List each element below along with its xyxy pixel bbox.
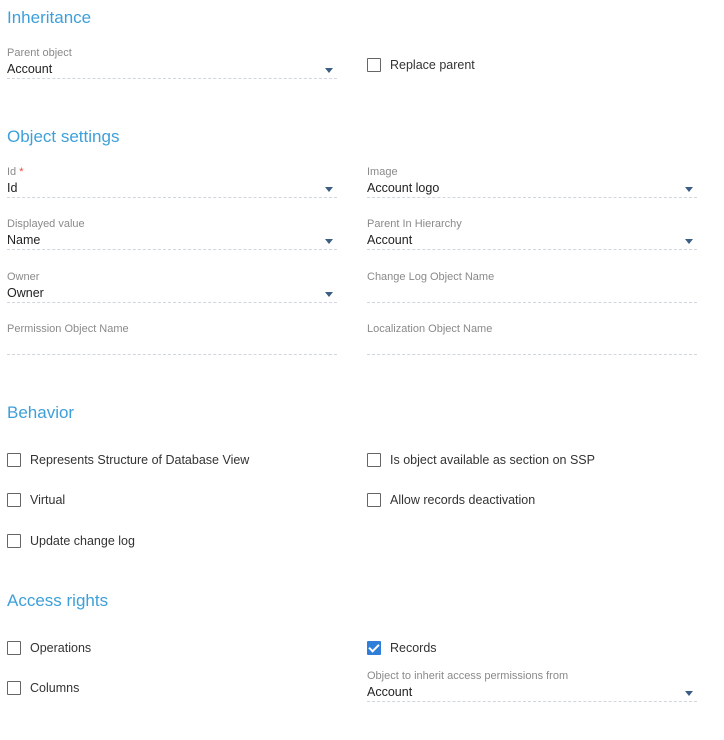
inherit-permissions-value: Account [367, 685, 413, 699]
columns-label: Columns [30, 681, 80, 695]
id-label: Id * [7, 166, 337, 179]
checkbox-icon[interactable] [7, 453, 21, 467]
owner-field[interactable]: Owner Owner [7, 271, 337, 303]
permission-object-name-field[interactable]: Permission Object Name [7, 323, 337, 355]
allow-deactivation-label: Allow records deactivation [390, 493, 536, 507]
update-change-log-label: Update change log [30, 534, 135, 548]
chevron-down-icon[interactable] [685, 187, 693, 192]
checkbox-icon[interactable] [7, 681, 21, 695]
checkbox-icon[interactable] [7, 641, 21, 655]
localization-object-name-label: Localization Object Name [367, 323, 493, 335]
id-field[interactable]: Id * Id [7, 166, 337, 198]
replace-parent-checkbox[interactable]: Replace parent [367, 58, 475, 72]
chevron-down-icon[interactable] [325, 187, 333, 192]
available-on-ssp-label: Is object available as section on SSP [390, 453, 595, 467]
inherit-permissions-select[interactable]: Account [367, 683, 697, 702]
displayed-value-select[interactable]: Name [7, 231, 337, 250]
parent-in-hierarchy-label: Parent In Hierarchy [367, 218, 462, 230]
image-value: Account logo [367, 181, 440, 195]
operations-label: Operations [30, 641, 92, 655]
owner-value: Owner [7, 286, 44, 300]
update-change-log-checkbox[interactable]: Update change log [7, 534, 135, 548]
checkbox-icon[interactable] [7, 493, 21, 507]
localization-object-name-field[interactable]: Localization Object Name [367, 323, 697, 355]
permission-object-name-input[interactable] [7, 336, 337, 355]
owner-label: Owner [7, 271, 40, 283]
id-value: Id [7, 181, 18, 195]
section-title-access-rights: Access rights [7, 591, 109, 610]
checkbox-icon[interactable] [7, 534, 21, 548]
change-log-object-name-field[interactable]: Change Log Object Name [367, 271, 697, 303]
represents-structure-checkbox[interactable]: Represents Structure of Database View [7, 453, 249, 467]
parent-object-select[interactable]: Account [7, 60, 337, 79]
allow-deactivation-checkbox[interactable]: Allow records deactivation [367, 493, 535, 507]
permission-object-name-label: Permission Object Name [7, 323, 129, 335]
section-title-inheritance: Inheritance [7, 8, 92, 27]
checkbox-icon[interactable] [367, 453, 381, 467]
section-title-behavior: Behavior [7, 403, 75, 422]
virtual-checkbox[interactable]: Virtual [7, 493, 65, 507]
localization-object-name-input[interactable] [367, 336, 697, 355]
required-mark: * [19, 166, 24, 178]
checkbox-checked-icon[interactable] [367, 641, 381, 655]
parent-object-value: Account [7, 62, 53, 76]
virtual-label: Virtual [30, 493, 66, 507]
columns-checkbox[interactable]: Columns [7, 681, 79, 695]
replace-parent-label: Replace parent [390, 58, 475, 72]
image-field[interactable]: Image Account logo [367, 166, 697, 198]
parent-in-hierarchy-field[interactable]: Parent In Hierarchy Account [367, 218, 697, 250]
operations-checkbox[interactable]: Operations [7, 641, 91, 655]
records-checkbox[interactable]: Records [367, 641, 437, 655]
image-label: Image [367, 166, 398, 178]
checkbox-icon[interactable] [367, 493, 381, 507]
image-select[interactable]: Account logo [367, 179, 697, 198]
checkbox-icon[interactable] [367, 58, 381, 72]
parent-object-label: Parent object [7, 47, 72, 59]
chevron-down-icon[interactable] [685, 691, 693, 696]
parent-in-hierarchy-select[interactable]: Account [367, 231, 697, 250]
inherit-permissions-field[interactable]: Object to inherit access permissions fro… [367, 670, 697, 702]
displayed-value-label: Displayed value [7, 218, 85, 230]
id-select[interactable]: Id [7, 179, 337, 198]
parent-in-hierarchy-value: Account [367, 233, 413, 247]
chevron-down-icon[interactable] [325, 239, 333, 244]
owner-select[interactable]: Owner [7, 284, 337, 303]
chevron-down-icon[interactable] [325, 292, 333, 297]
records-label: Records [390, 641, 437, 655]
available-on-ssp-checkbox[interactable]: Is object available as section on SSP [367, 453, 595, 467]
inherit-permissions-label: Object to inherit access permissions fro… [367, 670, 569, 682]
change-log-object-name-label: Change Log Object Name [367, 271, 495, 283]
parent-object-field[interactable]: Parent object Account [7, 47, 337, 79]
change-log-object-name-input[interactable] [367, 284, 697, 303]
chevron-down-icon[interactable] [325, 68, 333, 73]
represents-structure-label: Represents Structure of Database View [30, 453, 250, 467]
id-label-text: Id [7, 166, 17, 178]
displayed-value-value: Name [7, 233, 41, 247]
section-title-object-settings: Object settings [7, 127, 120, 146]
chevron-down-icon[interactable] [685, 239, 693, 244]
displayed-value-field[interactable]: Displayed value Name [7, 218, 337, 250]
